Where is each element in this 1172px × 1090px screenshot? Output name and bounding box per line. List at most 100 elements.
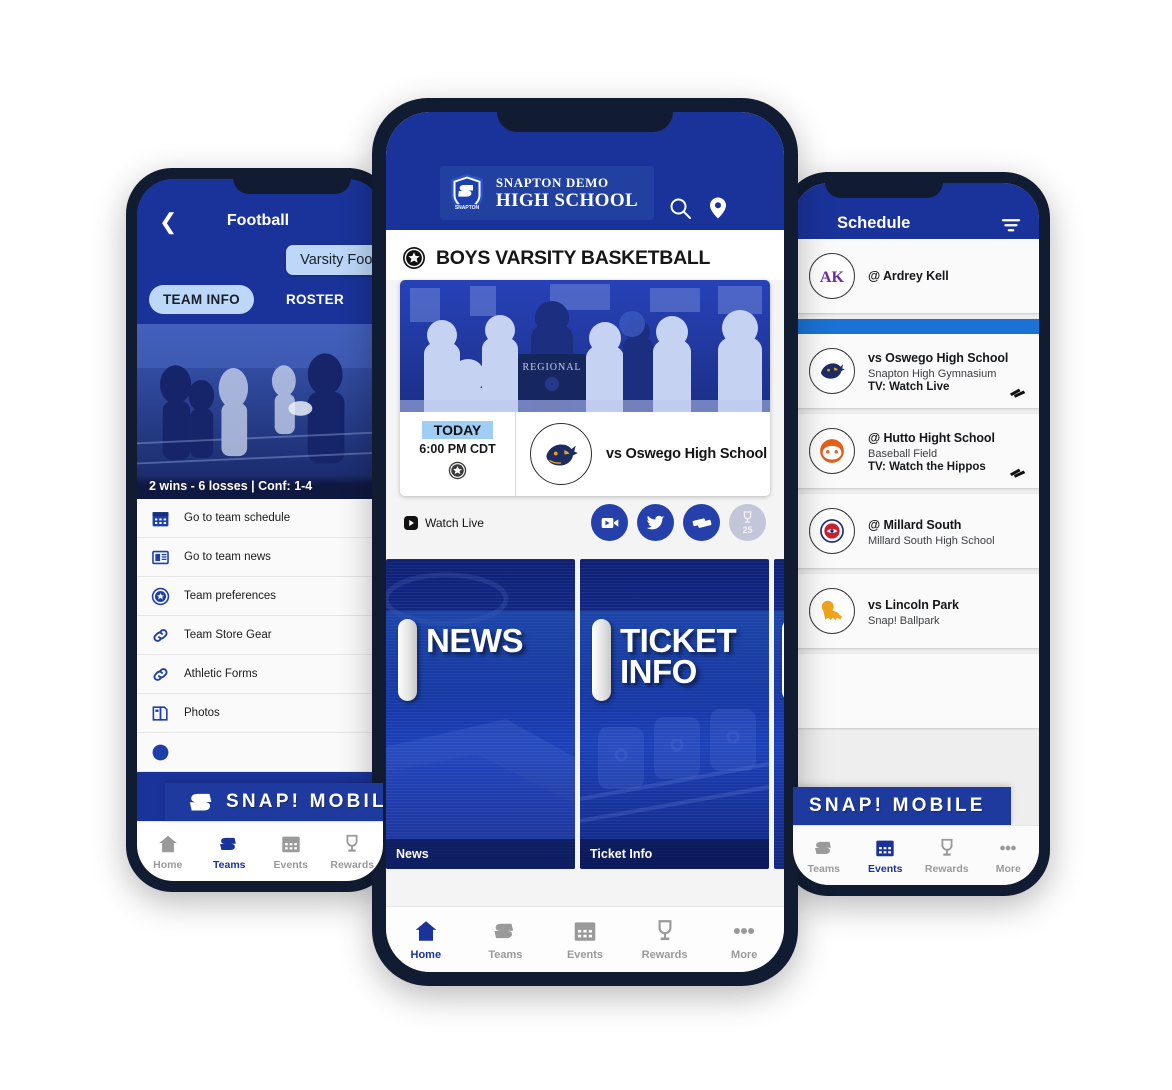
schedule-opponent: vs Oswego High School — [868, 351, 1009, 365]
game-datetime: TODAY 6:00 PM CDT — [400, 412, 516, 496]
nav-events[interactable]: Events — [545, 918, 625, 961]
snap-s-icon — [813, 837, 835, 859]
game-day-badge: TODAY — [421, 421, 494, 439]
list-item[interactable]: Team preferences — [137, 577, 383, 616]
phone-right-screen: Schedule AK @ Ardrey Kell vs Oswego High… — [793, 183, 1039, 885]
game-opponent: vs Oswego High School — [606, 446, 767, 462]
tile-scanlines — [580, 559, 769, 869]
rewards-points-badge[interactable]: 25 — [729, 504, 766, 541]
nav-label: More — [995, 862, 1021, 875]
basketball-team-photo-icon: REGIONAL — [400, 280, 770, 412]
tile-ticket-info[interactable]: TICKET INFO Ticket Info — [580, 559, 769, 869]
action-buttons: 25 — [591, 504, 766, 541]
trophy-icon — [652, 918, 678, 944]
star-circle-icon — [151, 743, 170, 762]
tab-roster[interactable]: ROSTER — [272, 285, 358, 314]
schedule-row[interactable]: AK @ Ardrey Kell — [793, 239, 1039, 313]
lion-logo-icon — [809, 588, 855, 634]
watch-live-link[interactable]: Watch Live — [404, 515, 484, 530]
left-menu-list: Go to team schedule Go to team news Team… — [137, 499, 383, 772]
nav-more[interactable]: More — [978, 837, 1040, 875]
tile-news[interactable]: NEWS News — [386, 559, 575, 869]
schedule-tv: TV: Watch the Hippos — [868, 461, 986, 473]
star-circle-icon — [402, 246, 426, 270]
school-name-line1: SNAPTON DEMO — [495, 175, 609, 190]
nav-label: Teams — [807, 862, 841, 875]
list-item-label: Go to team schedule — [184, 512, 291, 524]
school-name-line2: HIGH SCHOOL — [495, 190, 639, 211]
team-selector-chip[interactable]: Varsity Football — [286, 245, 383, 275]
tab-team-info[interactable]: TEAM INFO — [149, 285, 254, 314]
nav-rewards[interactable]: Rewards — [322, 833, 384, 871]
schedule-row[interactable]: @ Hutto Hight School Baseball Field TV: … — [793, 414, 1039, 488]
book-icon — [151, 704, 170, 723]
nav-label: Rewards — [924, 862, 969, 875]
snap-banner-text: SNAP! MOBILE — [226, 791, 383, 812]
nav-label: Events — [273, 858, 308, 871]
list-item-label: Team preferences — [184, 590, 277, 602]
game-opponent-block: vs Oswego High School — [516, 412, 770, 496]
calendar-icon — [572, 918, 598, 944]
star-circle-icon[interactable] — [448, 461, 467, 480]
nav-label: Home — [410, 949, 442, 961]
filter-icon[interactable] — [1001, 217, 1021, 233]
schedule-venue: Millard South High School — [868, 534, 995, 547]
schedule-tv: TV: Watch Live — [868, 381, 950, 393]
more-dots-icon — [731, 918, 757, 944]
nav-rewards[interactable]: Rewards — [916, 837, 978, 875]
nav-events[interactable]: Events — [260, 833, 322, 871]
tickets-icon[interactable] — [1009, 388, 1025, 400]
nav-teams[interactable]: Teams — [793, 837, 855, 875]
schedule-row[interactable]: @ Millard South Millard South High Schoo… — [793, 494, 1039, 568]
list-item[interactable]: Go to team news — [137, 538, 383, 577]
nav-teams[interactable]: Teams — [466, 918, 546, 961]
game-time: 6:00 PM CDT — [419, 442, 496, 456]
svg-text:AK: AK — [820, 269, 845, 286]
location-pin-icon[interactable] — [706, 196, 730, 220]
nav-home[interactable]: Home — [137, 833, 199, 871]
tile-big-label: NEWS — [426, 622, 524, 659]
featured-game-card[interactable]: REGIONAL TODAY 6:00 PM CDT vs Oswego Hig… — [400, 280, 770, 496]
tickets-icon[interactable] — [683, 504, 720, 541]
center-bottom-nav: Home Teams Events Rewards More — [386, 906, 784, 972]
phone-left-screen: ❮ Football Varsity Football TEAM INFO RO… — [137, 179, 383, 881]
panther-logo-icon — [809, 348, 855, 394]
nav-rewards[interactable]: Rewards — [625, 918, 705, 961]
screenshot-stage: ❮ Football Varsity Football TEAM INFO RO… — [0, 0, 1172, 1090]
snap-s-icon — [492, 918, 518, 944]
snap-s-icon — [187, 791, 217, 813]
video-camera-icon[interactable] — [591, 504, 628, 541]
nav-more[interactable]: More — [704, 918, 784, 961]
tile-next-partial[interactable] — [774, 559, 784, 869]
list-item-label: Athletic Forms — [184, 668, 258, 680]
section-header: BOYS VARSITY BASKETBALL — [386, 230, 784, 280]
twitter-bird-icon[interactable] — [637, 504, 674, 541]
link-icon — [151, 665, 170, 684]
list-item-label: Go to team news — [184, 551, 271, 563]
snap-mobile-banner[interactable]: SNAP! MOBILE — [165, 783, 383, 821]
nav-events[interactable]: Events — [855, 837, 917, 875]
schedule-row[interactable]: vs Lincoln Park Snap! Ballpark — [793, 574, 1039, 648]
schedule-row[interactable]: vs Oswego High School Snapton High Gymna… — [793, 334, 1039, 408]
schedule-row-partial[interactable] — [793, 654, 1039, 728]
trophy-icon — [341, 833, 363, 855]
left-tabs: TEAM INFO ROSTER — [137, 283, 383, 324]
schedule-row-text: vs Oswego High School Snapton High Gymna… — [868, 349, 1027, 393]
nav-teams[interactable]: Teams — [199, 833, 261, 871]
search-icon[interactable] — [668, 196, 692, 220]
list-item[interactable]: Athletic Forms — [137, 655, 383, 694]
back-chevron-icon[interactable]: ❮ — [159, 211, 177, 233]
list-item[interactable]: Photos — [137, 694, 383, 733]
schedule-opponent: vs Lincoln Park — [868, 597, 959, 612]
snap-mobile-banner[interactable]: SNAP! MOBILE — [793, 787, 1011, 825]
list-item-partial[interactable] — [137, 733, 383, 772]
schedule-row-text: @ Hutto Hight School Baseball Field TV: … — [868, 429, 1027, 473]
school-banner[interactable]: SNAPTON SNAPTON DEMO HIGH SCHOOL — [439, 166, 655, 220]
nav-label: Events — [566, 949, 604, 961]
tickets-icon[interactable] — [1009, 468, 1025, 480]
snap-s-icon — [218, 833, 240, 855]
trophy-icon — [936, 837, 958, 859]
list-item[interactable]: Team Store Gear — [137, 616, 383, 655]
nav-home[interactable]: Home — [386, 918, 466, 961]
list-item[interactable]: Go to team schedule — [137, 499, 383, 538]
